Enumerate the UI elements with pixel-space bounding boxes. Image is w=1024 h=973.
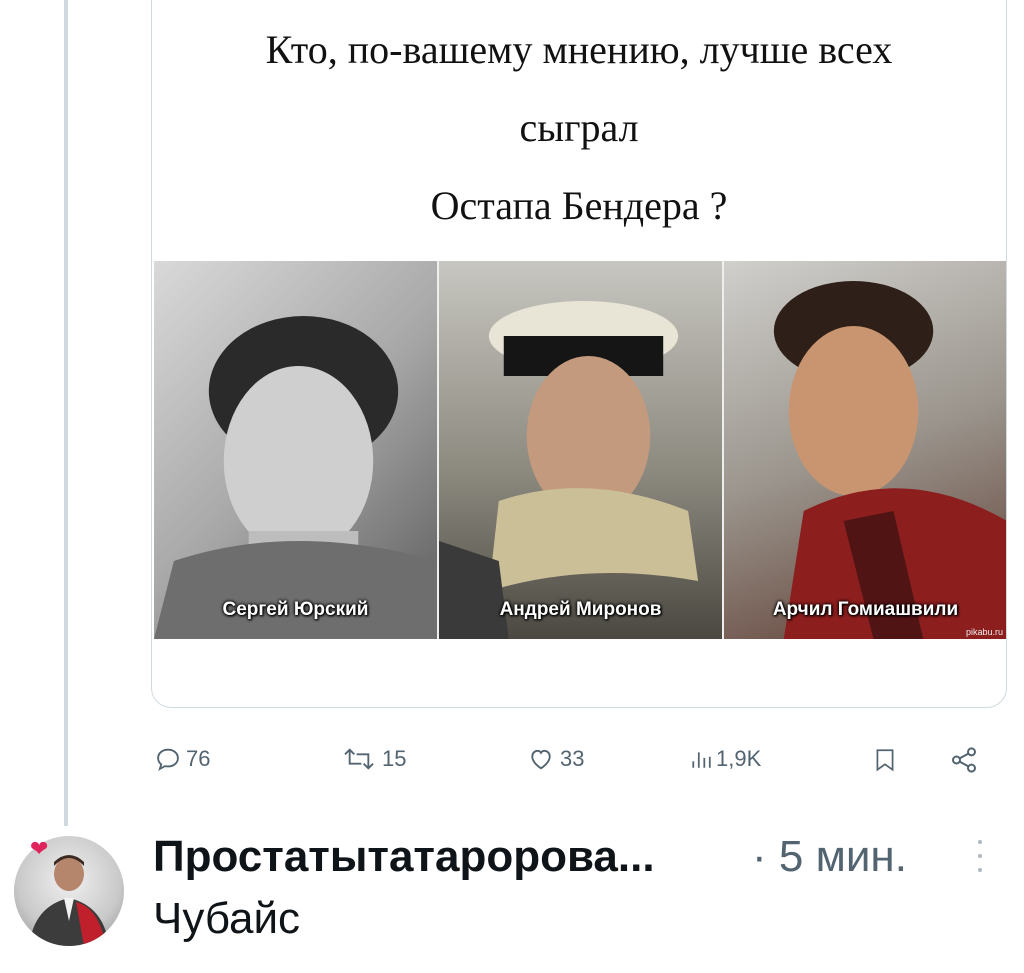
reply-text: Чубайс [153, 894, 301, 943]
views-icon [692, 752, 711, 768]
question-line-3: Остапа Бендера ? [430, 183, 728, 228]
reply-author-name[interactable]: Простатытатаророва... [153, 832, 655, 882]
caption-gomiashvili: Арчил Гомиашвили [772, 599, 959, 620]
more-options-icon[interactable] [976, 840, 984, 880]
question-line-2: сыграл [519, 105, 639, 150]
photo-gomiashvili: Арчил Гомиашвили pikabu.ru [722, 261, 1006, 639]
caption-mironov: Андрей Миронов [499, 599, 662, 620]
reply-action[interactable]: 76 [154, 745, 210, 773]
photo-yursky: Сергей Юрский [154, 261, 437, 639]
embedded-image-card[interactable]: Кто, по-вашему мнению, лучше всех сыграл… [151, 0, 1007, 708]
share-icon [952, 747, 976, 773]
like-count: 33 [560, 746, 585, 771]
heart-badge-icon: ❤ [30, 836, 49, 861]
thread-line [64, 0, 68, 826]
watermark: pikabu.ru [965, 627, 1003, 637]
reply-count: 76 [186, 746, 211, 771]
question-title: Кто, по-вашему мнению, лучше всех сыграл… [152, 11, 1006, 245]
repost-count: 15 [382, 746, 407, 771]
share-action[interactable] [948, 745, 980, 775]
caption-yursky: Сергей Юрский [222, 599, 369, 620]
reply-icon [157, 748, 179, 771]
views-action[interactable]: 1,9K [690, 745, 761, 773]
like-action[interactable]: 33 [526, 745, 584, 773]
repost-icon [344, 748, 374, 770]
question-line-1: Кто, по-вашему мнению, лучше всех [265, 27, 893, 72]
tweet-action-bar: 76 15 33 1,9K [0, 745, 1024, 785]
views-count: 1,9K [716, 746, 762, 771]
repost-action[interactable]: 15 [340, 745, 406, 773]
bookmark-icon [876, 749, 894, 772]
heart-icon [531, 749, 551, 770]
bookmark-action[interactable] [872, 745, 898, 775]
photo-collage: Сергей Юрский Андрей Миронов Арчил Гомиа… [154, 261, 1006, 639]
photo-mironov: Андрей Миронов [437, 261, 722, 639]
reply-timestamp[interactable]: · 5 мин. [752, 832, 907, 882]
